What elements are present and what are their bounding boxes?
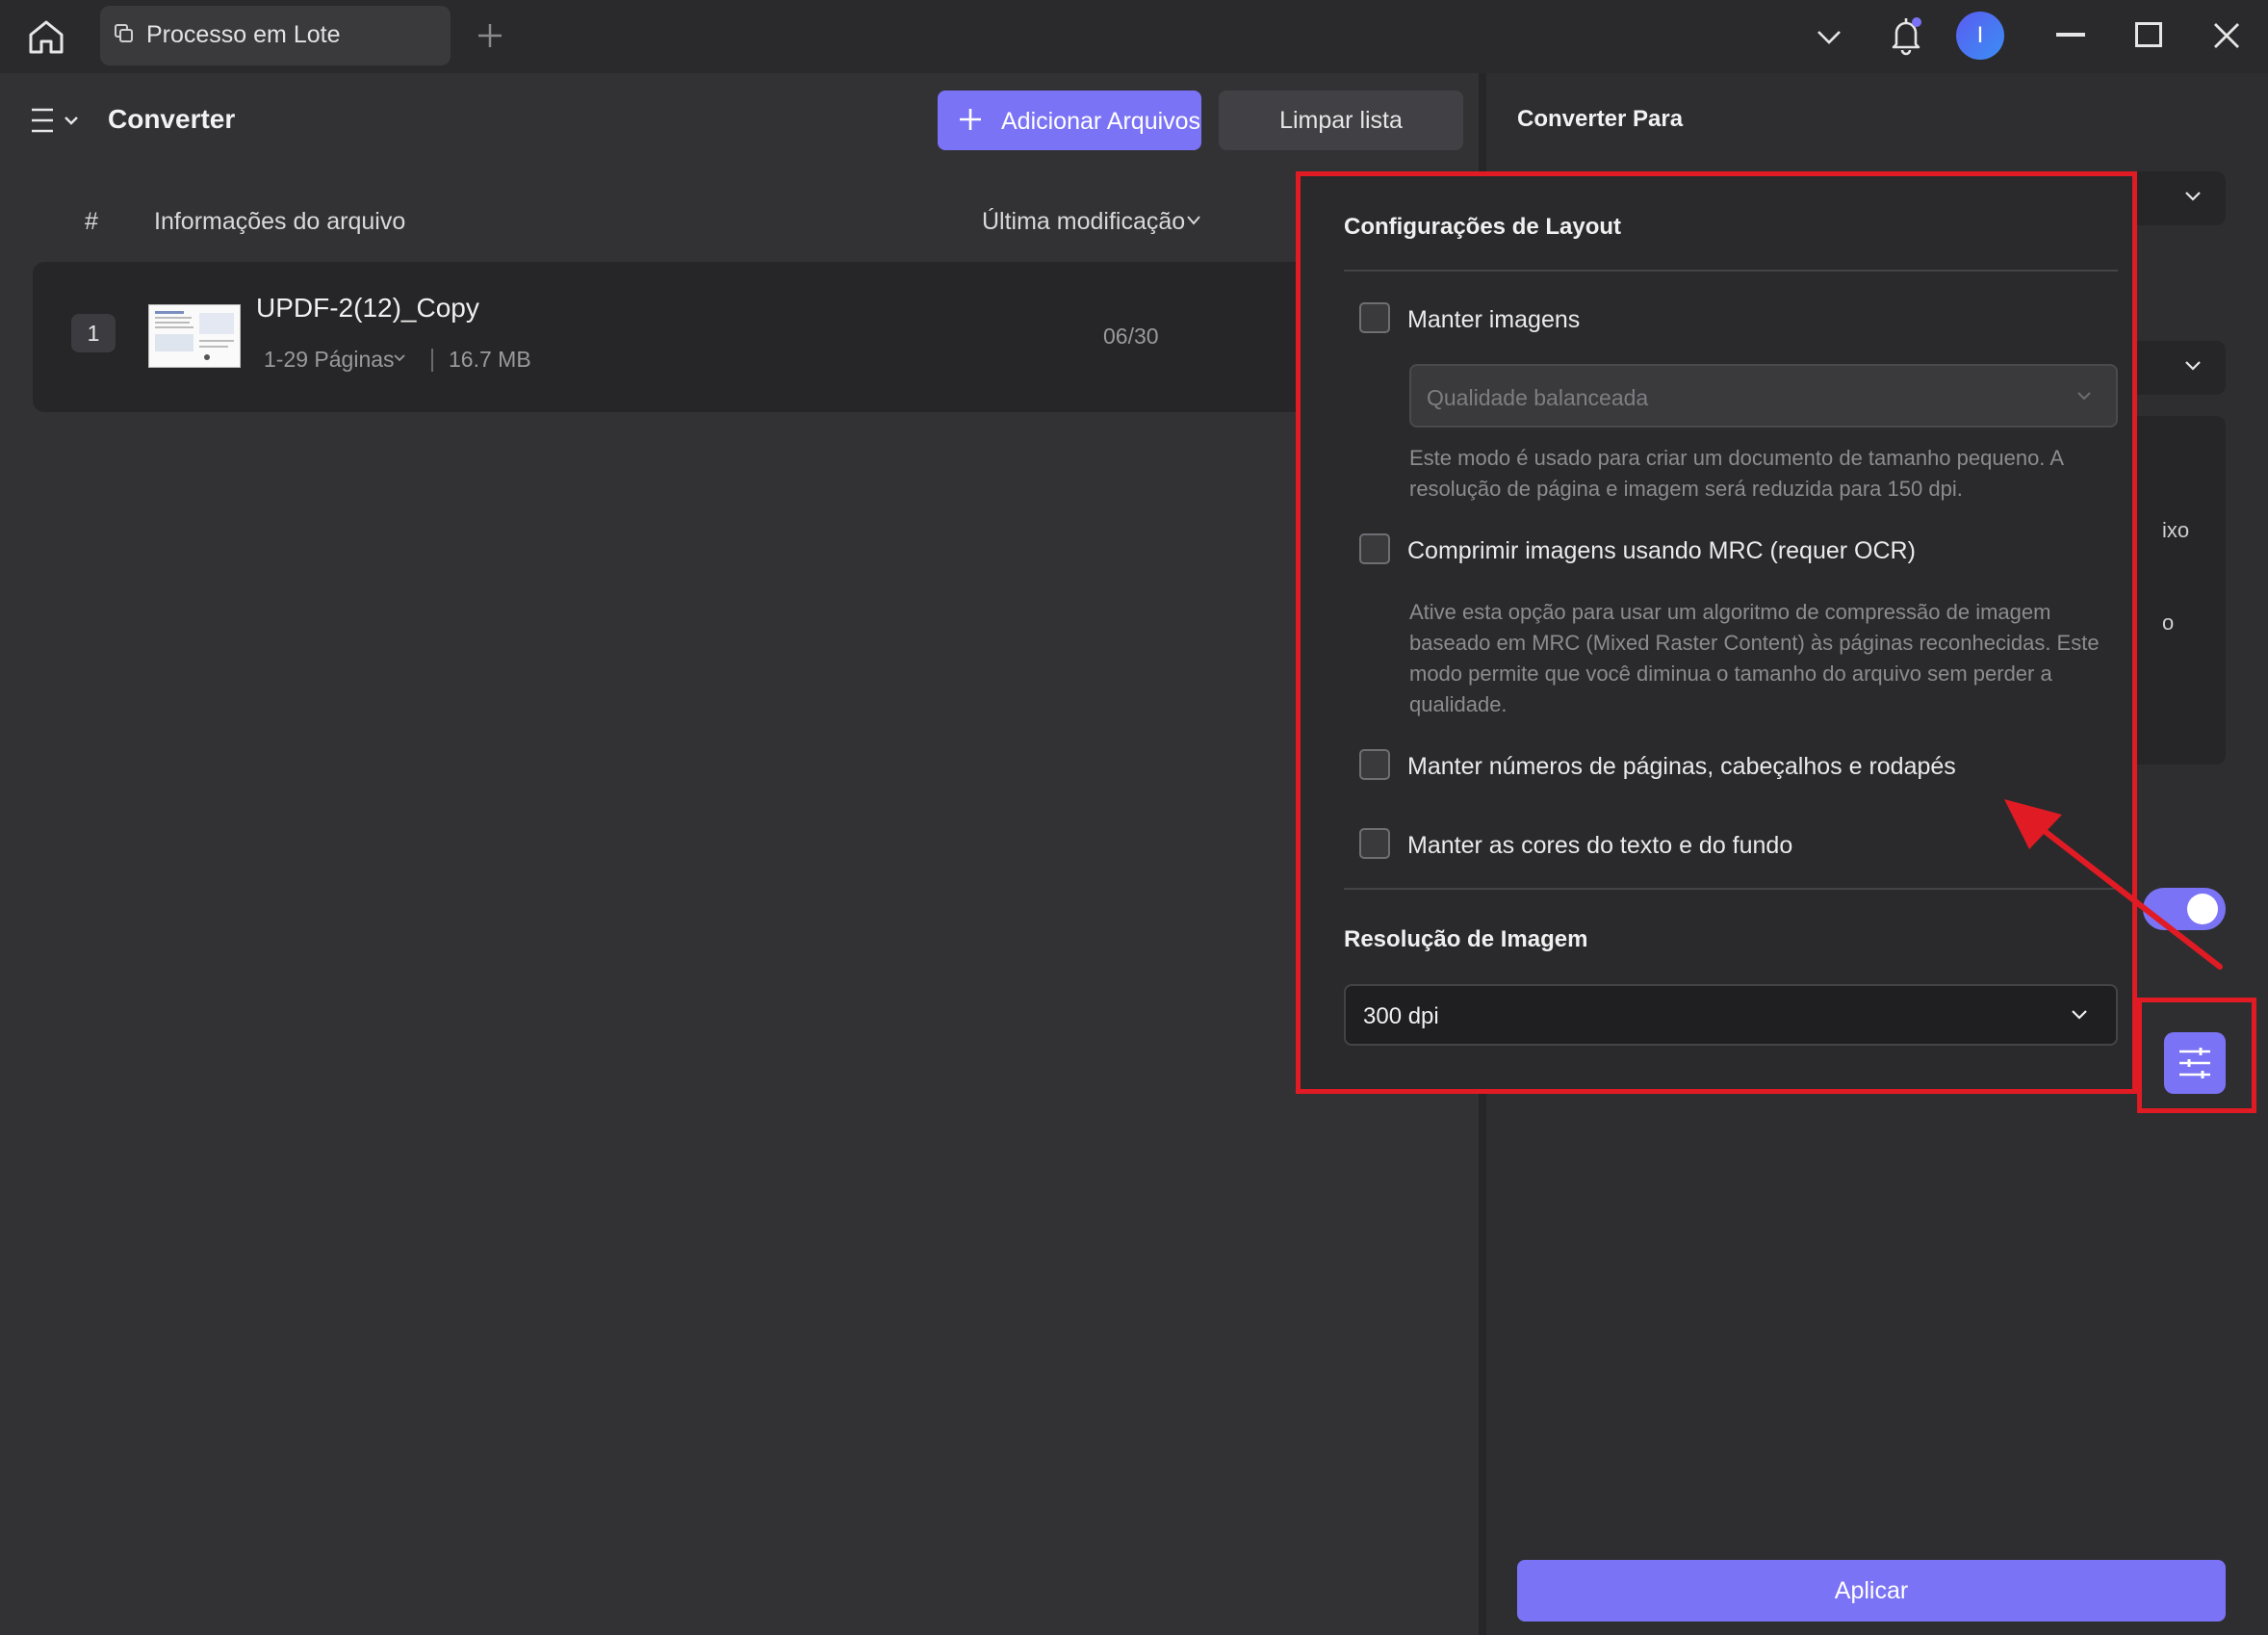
tab-label: Processo em Lote (146, 21, 341, 48)
page-title: Converter (108, 104, 236, 134)
file-date: 06/30 (1103, 324, 1159, 349)
apply-button[interactable]: Aplicar (1517, 1560, 2226, 1622)
tab-batch-icon (114, 23, 135, 44)
plus-icon (957, 106, 984, 133)
meta-divider (431, 349, 433, 372)
menu-icon[interactable] (29, 106, 83, 135)
file-thumbnail (148, 304, 241, 368)
chevron-down-icon (2183, 189, 2203, 204)
new-tab-plus-icon[interactable] (476, 21, 504, 50)
column-file-info: Informações do arquivo (154, 208, 406, 235)
add-files-button[interactable]: Adicionar Arquivos (938, 91, 1201, 150)
row-index-badge: 1 (71, 314, 116, 352)
sort-chevron-icon[interactable] (1186, 214, 1201, 227)
pages-chevron-icon[interactable] (393, 352, 406, 364)
annotation-button-highlight (2137, 998, 2256, 1113)
table-row[interactable]: 1 UPDF-2(12)_Copy 1-29 Páginas 16.7 MB 0… (33, 262, 1361, 412)
partial-text-1: ixo (2162, 518, 2190, 542)
file-name: UPDF-2(12)_Copy (256, 293, 479, 323)
file-size: 16.7 MB (449, 347, 531, 372)
convert-to-title: Converter Para (1517, 106, 1684, 132)
file-pages[interactable]: 1-29 Páginas (264, 347, 395, 373)
close-icon[interactable] (2210, 19, 2243, 52)
add-files-label: Adicionar Arquivos (1001, 108, 1201, 135)
column-last-modified[interactable]: Última modificação (982, 208, 1185, 236)
column-index: # (85, 208, 98, 235)
annotation-arrow (1993, 790, 2233, 982)
chevron-down-icon (2183, 358, 2203, 374)
maximize-icon[interactable] (2135, 22, 2162, 47)
home-icon[interactable] (25, 15, 67, 58)
partial-text-2: o (2162, 610, 2175, 635)
clear-list-button[interactable]: Limpar lista (1219, 91, 1463, 150)
minimize-icon[interactable] (2056, 33, 2085, 37)
title-bar: Processo em Lote I (0, 0, 2268, 73)
chevron-down-icon[interactable] (1814, 23, 1844, 50)
avatar[interactable]: I (1956, 12, 2004, 60)
notification-bell-icon[interactable] (1887, 13, 1925, 56)
